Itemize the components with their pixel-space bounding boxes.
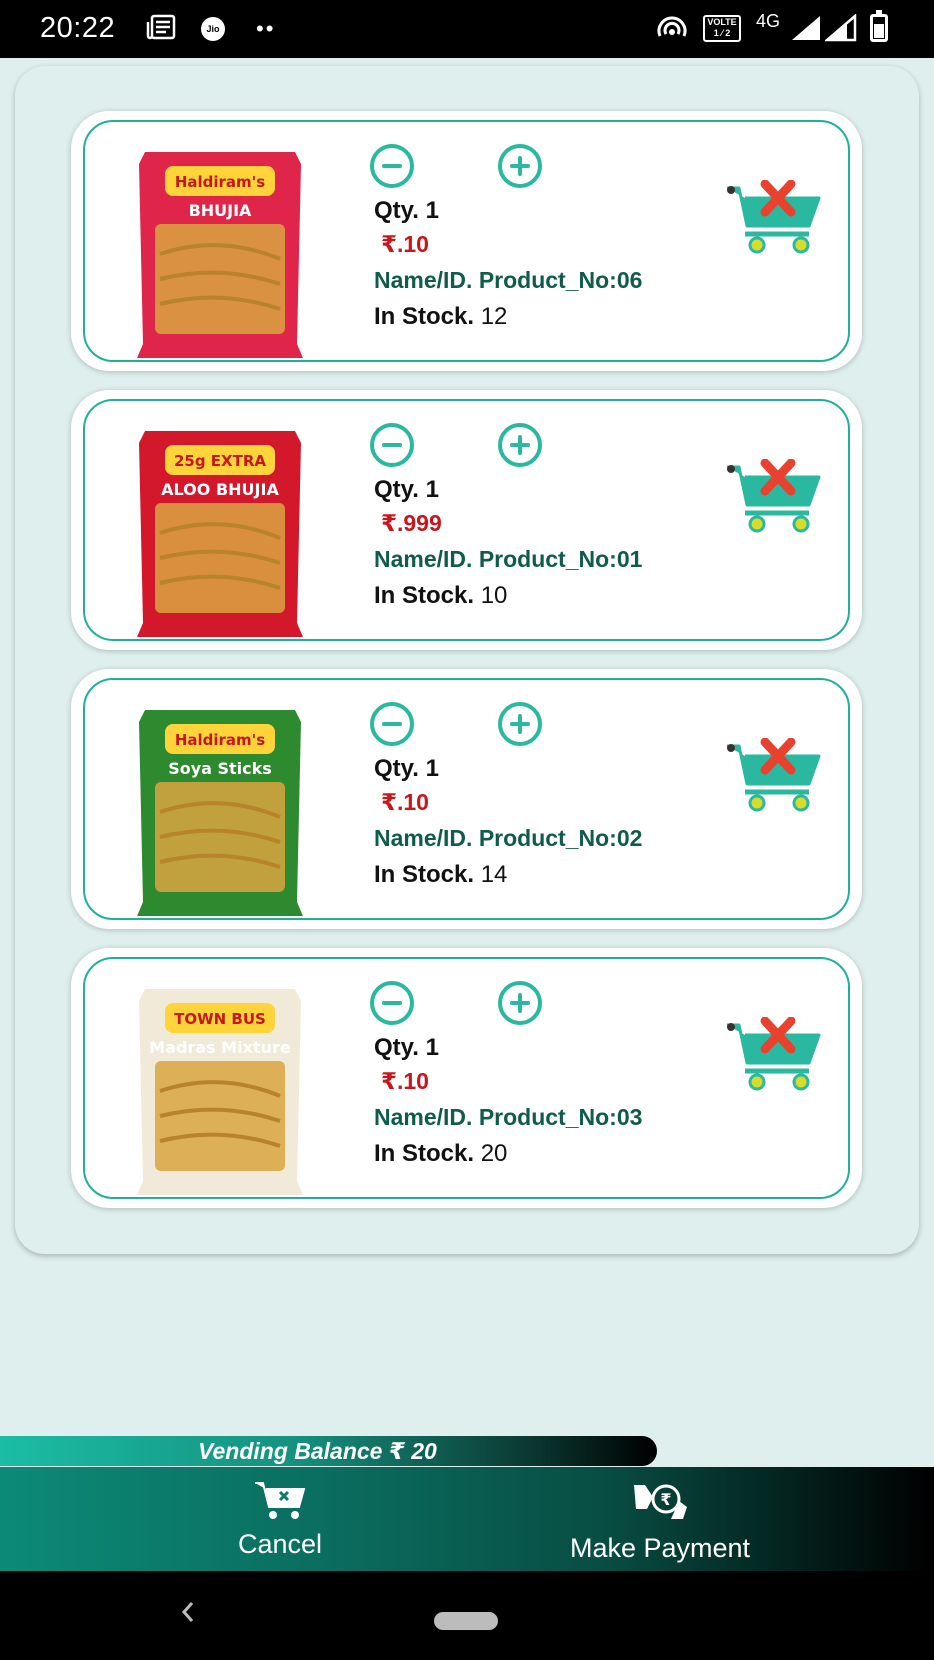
back-icon[interactable] bbox=[176, 1597, 200, 1627]
cart-item-card: Haldiram's Soya Sticks Qty. 1 ₹.10 Name/… bbox=[71, 669, 862, 929]
remove-from-cart-icon[interactable] bbox=[725, 459, 825, 535]
signal-icon bbox=[825, 14, 857, 42]
hotspot-icon bbox=[657, 16, 687, 37]
qty-label: Qty. 1 bbox=[374, 1034, 439, 1061]
cart-item-frame: TOWN BUS Madras Mixture Qty. 1 ₹.10 Name… bbox=[83, 957, 850, 1199]
status-bar: 20:22 Jio •• VOLTE 1 ⁄ 2 4G bbox=[0, 0, 934, 58]
pack-brand-text: Haldiram's bbox=[175, 731, 265, 749]
product-name-label: Name/ID. Product_No:03 bbox=[374, 1104, 643, 1130]
snack-packet-bhujia-icon: Haldiram's BHUJIA bbox=[137, 152, 303, 358]
stock-row: In Stock. 10 bbox=[374, 582, 507, 610]
cart-item-frame: 25g EXTRA ALOO BHUJIA Qty. 1 ₹.999 Name/… bbox=[83, 399, 850, 641]
cancel-button[interactable]: Cancel bbox=[180, 1467, 380, 1571]
system-navigation-bar bbox=[0, 1571, 934, 1660]
increase-qty-button[interactable] bbox=[498, 981, 542, 1025]
snack-packet-madras-mixture-icon: TOWN BUS Madras Mixture bbox=[137, 989, 303, 1195]
decrease-qty-button[interactable] bbox=[370, 702, 414, 746]
snack-packet-soya-sticks-icon: Haldiram's Soya Sticks bbox=[137, 710, 303, 916]
stock-label: In Stock. bbox=[374, 582, 475, 609]
pack-product-text: BHUJIA bbox=[189, 201, 252, 220]
decrease-qty-button[interactable] bbox=[370, 423, 414, 467]
remove-from-cart-icon[interactable] bbox=[725, 738, 825, 814]
qty-label: Qty. 1 bbox=[374, 476, 439, 503]
stock-label: In Stock. bbox=[374, 861, 475, 888]
increase-qty-button[interactable] bbox=[498, 423, 542, 467]
jio-icon: Jio bbox=[201, 17, 225, 41]
remove-from-cart-icon[interactable] bbox=[725, 180, 825, 256]
cart-item-frame: Haldiram's BHUJIA Qty. 1 ₹.10 Name/ID. P… bbox=[83, 120, 850, 362]
increase-qty-button[interactable] bbox=[498, 702, 542, 746]
cart-item-card: Haldiram's BHUJIA Qty. 1 ₹.10 Name/ID. P… bbox=[71, 111, 862, 371]
product-name-label: Name/ID. Product_No:02 bbox=[374, 825, 643, 851]
cart-item-card: 25g EXTRA ALOO BHUJIA Qty. 1 ₹.999 Name/… bbox=[71, 390, 862, 650]
4g-icon: 4G bbox=[756, 11, 781, 31]
price-label: ₹.10 bbox=[381, 231, 429, 257]
remove-from-cart-icon[interactable] bbox=[725, 1017, 825, 1093]
product-name-label: Name/ID. Product_No:01 bbox=[374, 546, 643, 572]
vending-balance-label: Vending Balance ₹ 20 bbox=[198, 1438, 437, 1464]
svg-text:₹: ₹ bbox=[660, 1490, 671, 1509]
snack-packet-aloo-bhujia-icon: 25g EXTRA ALOO BHUJIA bbox=[137, 431, 303, 637]
pack-product-text: Soya Sticks bbox=[168, 759, 272, 778]
make-payment-label: Make Payment bbox=[569, 1533, 751, 1563]
pack-brand-text: Haldiram's bbox=[175, 173, 265, 191]
news-icon bbox=[146, 14, 176, 40]
stock-row: In Stock. 20 bbox=[374, 1140, 507, 1168]
vending-balance-bar: Vending Balance ₹ 20 bbox=[0, 1436, 657, 1466]
qty-label: Qty. 1 bbox=[374, 197, 439, 224]
status-time: 20:22 bbox=[40, 12, 116, 44]
cart-item-card: TOWN BUS Madras Mixture Qty. 1 ₹.10 Name… bbox=[71, 948, 862, 1208]
make-payment-button[interactable]: ₹ Make Payment bbox=[540, 1467, 780, 1571]
stock-value: 20 bbox=[480, 1140, 508, 1167]
cart-item-frame: Haldiram's Soya Sticks Qty. 1 ₹.10 Name/… bbox=[83, 678, 850, 920]
pack-brand-text: 25g EXTRA bbox=[174, 452, 266, 470]
stock-value: 12 bbox=[480, 303, 508, 330]
volte-icon: VOLTE 1 ⁄ 2 bbox=[703, 15, 741, 42]
more-dots-icon: •• bbox=[256, 16, 276, 41]
battery-icon bbox=[870, 10, 888, 42]
price-label: ₹.999 bbox=[381, 510, 442, 536]
stock-value: 10 bbox=[480, 582, 508, 609]
stock-row: In Stock. 14 bbox=[374, 861, 507, 889]
volte-label: VOLTE bbox=[707, 17, 737, 27]
pack-brand-text: TOWN BUS bbox=[174, 1010, 266, 1028]
stock-value: 14 bbox=[480, 861, 508, 888]
product-name-label: Name/ID. Product_No:06 bbox=[374, 267, 643, 293]
increase-qty-button[interactable] bbox=[498, 144, 542, 188]
payment-hands-icon: ₹ bbox=[634, 1484, 687, 1519]
cart-cancel-icon bbox=[255, 1482, 306, 1519]
price-label: ₹.10 bbox=[381, 1068, 429, 1094]
price-label: ₹.10 bbox=[381, 789, 429, 815]
product-image: Haldiram's BHUJIA bbox=[106, 143, 334, 365]
decrease-qty-button[interactable] bbox=[370, 981, 414, 1025]
stock-label: In Stock. bbox=[374, 303, 475, 330]
qty-label: Qty. 1 bbox=[374, 755, 439, 782]
product-image: 25g EXTRA ALOO BHUJIA bbox=[106, 422, 334, 644]
pack-product-text: Madras Mixture bbox=[149, 1038, 291, 1057]
stock-row: In Stock. 12 bbox=[374, 303, 507, 331]
product-image: Haldiram's Soya Sticks bbox=[106, 701, 334, 923]
volte-sub: 1 ⁄ 2 bbox=[713, 28, 731, 38]
product-image: TOWN BUS Madras Mixture bbox=[106, 980, 334, 1202]
home-pill-icon[interactable] bbox=[434, 1612, 498, 1630]
signal-icon bbox=[792, 16, 820, 40]
cancel-label: Cancel bbox=[237, 1529, 323, 1559]
stock-label: In Stock. bbox=[374, 1140, 475, 1167]
bottom-action-bar: Cancel ₹ Make Payment bbox=[0, 1467, 934, 1571]
pack-product-text: ALOO BHUJIA bbox=[161, 480, 279, 499]
decrease-qty-button[interactable] bbox=[370, 144, 414, 188]
